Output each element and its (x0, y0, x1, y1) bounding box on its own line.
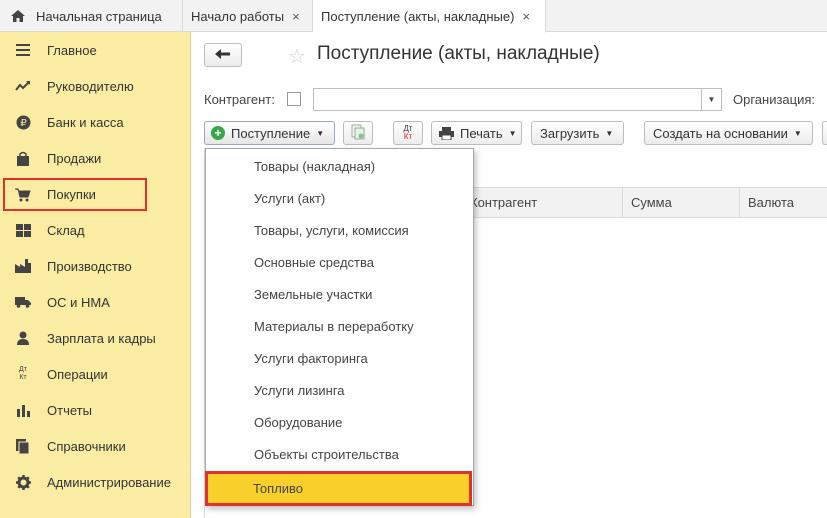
sidebar-item-label: Отчеты (47, 402, 92, 418)
arrow-left-icon (215, 46, 231, 64)
menu-item-goods-services-commission[interactable]: Товары, услуги, комиссия (206, 214, 473, 246)
sidebar-item-label: Руководителю (47, 78, 134, 94)
sidebar-item-main[interactable]: Главное (0, 32, 191, 68)
kt-text: Кт (403, 132, 413, 141)
sidebar-item-label: Производство (47, 258, 132, 274)
load-button[interactable]: Загрузить ▼ (531, 121, 624, 145)
column-header-currency[interactable]: Валюта (739, 188, 827, 217)
sidebar-item-label: Банк и касса (47, 114, 124, 130)
books-icon (15, 438, 31, 454)
caret-down-icon: ▼ (605, 128, 614, 138)
copy-document-icon (351, 124, 365, 143)
dt-kt-icon: Дт Кт (403, 125, 412, 141)
menu-item-factoring-services[interactable]: Услуги факторинга (206, 342, 473, 374)
menu-item-leasing-services[interactable]: Услуги лизинга (206, 374, 473, 406)
sidebar-item-label: ОС и НМА (47, 294, 110, 310)
sidebar-item-label: Склад (47, 222, 85, 238)
tab-bar: Начальная страница Начало работы × Посту… (0, 0, 827, 33)
back-button[interactable] (204, 43, 242, 67)
counterparty-checkbox[interactable] (287, 92, 301, 106)
caret-down-icon: ▼ (793, 128, 802, 138)
sidebar-item-label: Зарплата и кадры (47, 330, 156, 346)
sidebar-item-references[interactable]: Справочники (0, 428, 191, 464)
counterparty-input[interactable]: ▼ (313, 88, 722, 111)
tab-home[interactable]: Начальная страница (0, 0, 183, 32)
print-button[interactable]: Печать ▼ (431, 121, 522, 145)
close-icon[interactable]: × (292, 9, 300, 24)
home-icon (10, 9, 26, 23)
menu-lines-icon (15, 42, 31, 58)
dt-text: Дт (19, 366, 27, 373)
shopping-cart-icon (15, 187, 31, 203)
sidebar-item-label: Администрирование (47, 474, 171, 490)
caret-down-icon: ▼ (508, 128, 517, 138)
tab-start[interactable]: Начало работы × (183, 0, 313, 32)
menu-item-construction-objects[interactable]: Объекты строительства (206, 438, 473, 470)
menu-item-equipment[interactable]: Оборудование (206, 406, 473, 438)
menu-item-land-plots[interactable]: Земельные участки (206, 278, 473, 310)
sidebar-item-label: Главное (47, 42, 97, 58)
sidebar-item-admin[interactable]: Администрирование (0, 464, 191, 500)
sidebar-item-production[interactable]: Производство (0, 248, 191, 284)
ruble-coin-icon: ₽ (15, 114, 31, 130)
sidebar: Главное Руководителю ₽ Банк и касса Прод… (0, 32, 191, 518)
create-based-on-button[interactable]: Создать на основании ▼ (644, 121, 813, 145)
sidebar-item-salary[interactable]: Зарплата и кадры (0, 320, 191, 356)
sidebar-item-sales[interactable]: Продажи (0, 140, 191, 176)
column-header-sum[interactable]: Сумма (622, 188, 739, 217)
printer-icon (439, 126, 454, 140)
menu-item-fuel[interactable]: Топливо (205, 471, 472, 506)
person-icon (15, 330, 31, 346)
menu-item-services-act[interactable]: Услуги (акт) (206, 182, 473, 214)
truck-icon (15, 294, 31, 310)
tab-start-label: Начало работы (191, 8, 285, 24)
sidebar-item-operations[interactable]: Дт Кт Операции (0, 356, 191, 392)
menu-item-fixed-assets[interactable]: Основные средства (206, 246, 473, 278)
copy-button[interactable] (343, 121, 373, 145)
close-icon[interactable]: × (522, 9, 530, 24)
dropdown-arrow-icon[interactable]: ▼ (701, 89, 721, 110)
create-based-on-label: Создать на основании (653, 125, 788, 141)
favorite-star-icon[interactable]: ☆ (288, 44, 306, 69)
menu-item-materials-processing[interactable]: Материалы в переработку (206, 310, 473, 342)
caret-down-icon: ▼ (316, 128, 325, 138)
svg-text:₽: ₽ (20, 118, 27, 129)
tab-home-label: Начальная страница (36, 8, 162, 24)
tab-receipts-label: Поступление (акты, накладные) (321, 8, 515, 24)
tab-receipts[interactable]: Поступление (акты, накладные) × (313, 0, 546, 33)
factory-icon (15, 258, 31, 274)
sidebar-item-label: Справочники (47, 438, 126, 454)
sidebar-item-label: Продажи (47, 150, 102, 166)
dt-kt-icon: Дт Кт (15, 366, 31, 382)
counterparty-label: Контрагент: (204, 92, 275, 107)
kt-text: Кт (19, 374, 27, 381)
load-button-label: Загрузить (540, 125, 600, 141)
organization-label: Организация: (733, 92, 816, 107)
print-button-label: Печать (460, 125, 503, 141)
sidebar-item-warehouse[interactable]: Склад (0, 212, 191, 248)
warehouse-grid-icon (15, 222, 31, 238)
plus-circle-icon: + (211, 126, 225, 140)
dt-kt-button[interactable]: Дт Кт (393, 121, 423, 145)
sidebar-item-bank[interactable]: ₽ Банк и касса (0, 104, 191, 140)
trend-chart-icon (15, 78, 31, 94)
sidebar-item-purchases[interactable]: Покупки (3, 178, 147, 211)
menu-item-goods-invoice[interactable]: Товары (накладная) (206, 150, 473, 182)
sidebar-item-manager[interactable]: Руководителю (0, 68, 191, 104)
post-dropdown-button[interactable]: + Поступление ▼ (204, 121, 335, 145)
page-title: Поступление (акты, накладные) (317, 43, 600, 64)
table-header: Контрагент Сумма Валюта (470, 187, 827, 218)
gear-icon (15, 474, 31, 490)
sidebar-item-label: Покупки (47, 187, 96, 202)
post-dropdown-menu: Товары (накладная) Услуги (акт) Товары, … (205, 148, 474, 506)
sidebar-item-reports[interactable]: Отчеты (0, 392, 191, 428)
sidebar-item-fixed-assets[interactable]: ОС и НМА (0, 284, 191, 320)
shopping-bag-icon (15, 150, 31, 166)
sidebar-item-label: Операции (47, 366, 108, 382)
more-button[interactable] (822, 121, 827, 145)
bar-chart-icon (15, 402, 31, 418)
column-header-counterparty[interactable]: Контрагент (470, 188, 620, 217)
post-button-label: Поступление (231, 125, 311, 141)
